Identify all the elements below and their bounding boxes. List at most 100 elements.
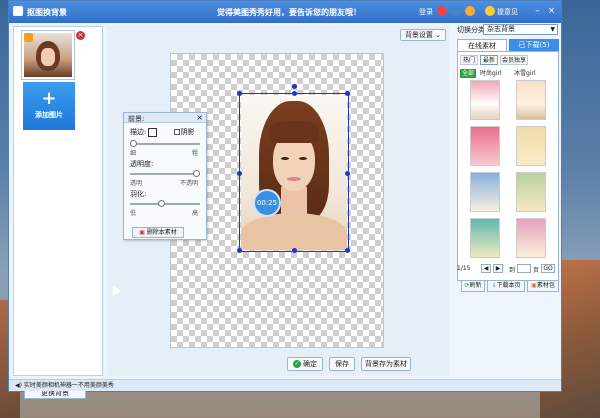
status-bar: ◀) 实时美颜相机神器一不用美颜美秀	[9, 379, 561, 391]
confirm-button[interactable]: ✓ 确定	[287, 357, 323, 371]
image-list-panel: × + 添加图片 更换背景	[13, 26, 103, 399]
shadow-checkbox[interactable]: 阴影	[173, 128, 195, 136]
transparency-slider[interactable]	[130, 170, 200, 177]
refresh-label: 刷新	[469, 282, 482, 289]
material-library: 热门 最新 会员独享 全部 时尚girl 冰雪girl	[457, 51, 559, 281]
selection-box[interactable]	[237, 84, 350, 253]
confirm-label: 确定	[303, 360, 317, 368]
resize-handle-top[interactable]	[292, 91, 297, 96]
download-page-label: 下载本页	[496, 282, 521, 289]
category-select[interactable]: 杂志背景 ▼	[483, 24, 558, 35]
subtab-hot[interactable]: 热门	[460, 55, 478, 65]
high-label: 高	[191, 210, 198, 217]
slider-knob[interactable]	[130, 140, 137, 147]
material-tile[interactable]	[470, 126, 500, 166]
material-tile[interactable]	[516, 126, 546, 166]
material-tile[interactable]	[470, 172, 500, 212]
background-settings-label: 背景设置	[404, 31, 433, 39]
image-thumbnail[interactable]: ×	[22, 31, 85, 79]
thin-label: 细	[130, 150, 137, 157]
subtab-newest[interactable]: 最新	[480, 55, 498, 65]
thumbnail-face	[41, 48, 55, 66]
rotate-handle[interactable]	[292, 84, 297, 89]
canvas-area: 背景设置 ⌄ 00:25 前景: × 描边: 阴影 细 粗 透明度: 透明 不透…	[107, 26, 449, 376]
foreground-settings-panel: 前景: × 描边: 阴影 细 粗 透明度: 透明 不透明 羽化: 低 高 ▣ 删…	[123, 112, 207, 240]
qq-icon[interactable]	[451, 6, 461, 16]
download-page-button[interactable]: ↓下载本页	[487, 280, 525, 292]
app-icon	[13, 6, 23, 16]
delete-material-button[interactable]: ▣ 删除本素材	[132, 227, 184, 238]
remove-thumbnail-icon[interactable]: ×	[76, 31, 85, 40]
feather-label: 羽化:	[130, 190, 147, 198]
go-button[interactable]: GO	[541, 264, 555, 273]
refresh-button[interactable]: ⟳刷新	[461, 280, 485, 292]
resize-handle-right[interactable]	[345, 171, 350, 176]
panel-title: 前景:	[128, 115, 145, 123]
stroke-color-swatch[interactable]	[148, 127, 158, 137]
titlebar: 抠图换背景 觉得美图秀秀好用，要告诉您的朋友哦！ 登录 提意见 – ×	[9, 1, 561, 23]
thick-label: 粗	[191, 150, 198, 157]
stroke-label: 描边:	[130, 128, 147, 136]
page-number-input[interactable]	[517, 264, 531, 273]
stroke-width-slider[interactable]	[130, 140, 200, 147]
resize-handle-br[interactable]	[345, 248, 350, 253]
category-value: 杂志背景	[487, 25, 515, 33]
material-tile[interactable]	[516, 172, 546, 212]
panel-close-icon[interactable]: ×	[196, 113, 203, 122]
check-icon: ✓	[293, 360, 301, 368]
pager-text: 1/15	[457, 265, 471, 272]
add-image-label: 添加图片	[35, 111, 63, 119]
resize-handle-bl[interactable]	[237, 248, 242, 253]
material-tile[interactable]	[516, 218, 546, 258]
stroke-row: 描边: 阴影	[130, 127, 195, 137]
resize-handle-tl[interactable]	[237, 91, 242, 96]
shadow-label: 阴影	[180, 128, 195, 136]
add-image-button[interactable]: + 添加图片	[23, 82, 75, 130]
login-link[interactable]: 登录	[419, 7, 433, 17]
checkbox-icon	[173, 129, 180, 135]
material-panel: 切换分类 杂志背景 ▼ 在线素材 已下载(5) 热门 最新 会员独享 全部 时尚g…	[453, 23, 561, 378]
slider-knob[interactable]	[158, 200, 165, 207]
speaker-icon: ◀)	[15, 382, 22, 389]
subtab-vip[interactable]: 会员独享	[500, 55, 528, 65]
jump-to-label: 到	[509, 267, 516, 274]
plus-icon: +	[41, 88, 57, 109]
filter-all[interactable]: 全部	[460, 69, 477, 78]
slider-knob[interactable]	[193, 170, 200, 177]
save-as-material-button[interactable]: 背景存为素材	[361, 357, 411, 371]
dropdown-arrow-icon: ▼	[550, 26, 555, 33]
resize-handle-left[interactable]	[237, 171, 242, 176]
filter-fashion-girl[interactable]: 时尚girl	[480, 69, 502, 78]
recording-timer: 00:25	[253, 189, 281, 217]
page-label: 页	[533, 267, 540, 274]
material-tile[interactable]	[470, 218, 500, 258]
opaque-label: 不透明	[179, 180, 198, 187]
minimize-icon[interactable]: –	[531, 5, 544, 18]
filter-ice-girl[interactable]: 冰雪girl	[514, 69, 536, 78]
material-tile[interactable]	[516, 80, 546, 120]
transparency-label: 透明度:	[130, 160, 154, 168]
delete-material-label: 删除本素材	[146, 229, 177, 236]
weibo-icon[interactable]	[465, 6, 475, 16]
orange-badge-icon	[24, 33, 33, 42]
feedback-icon	[485, 6, 495, 16]
resize-handle-tr[interactable]	[345, 91, 350, 96]
resize-handle-bottom[interactable]	[292, 248, 297, 253]
prev-page-button[interactable]: ◀	[481, 264, 491, 273]
titlebar-slogan: 觉得美图秀秀好用，要告诉您的朋友哦！	[217, 8, 361, 17]
tab-online-materials[interactable]: 在线素材	[457, 39, 507, 51]
user-icon[interactable]	[437, 6, 447, 16]
feedback-link[interactable]: 提意见	[497, 7, 518, 17]
save-button[interactable]: 保存	[329, 357, 355, 371]
material-pack-button[interactable]: ▣素材包	[527, 280, 559, 292]
feather-slider[interactable]	[130, 200, 200, 207]
close-icon[interactable]: ×	[545, 5, 558, 18]
material-tile[interactable]	[470, 80, 500, 120]
status-text[interactable]: 实时美颜相机神器一不用美颜美秀	[24, 382, 114, 389]
panel-header: 前景: ×	[124, 113, 206, 123]
next-page-button[interactable]: ▶	[493, 264, 503, 273]
transparent-label: 透明	[130, 180, 143, 187]
tab-downloaded[interactable]: 已下载(5)	[509, 39, 559, 51]
chevron-down-icon: ⌄	[435, 31, 442, 39]
background-settings-button[interactable]: 背景设置 ⌄	[400, 29, 446, 41]
